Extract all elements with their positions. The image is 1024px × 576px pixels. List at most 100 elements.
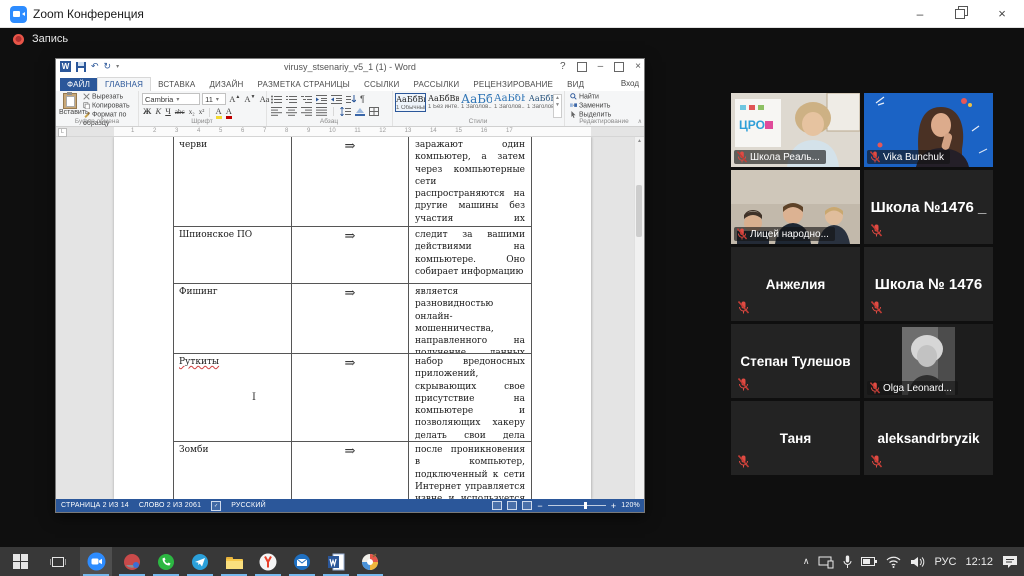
- action-center-icon[interactable]: [1002, 555, 1018, 569]
- word-restore-button[interactable]: [614, 62, 624, 72]
- document-scrollbar[interactable]: ▲: [634, 137, 644, 499]
- web-layout-icon[interactable]: [522, 501, 532, 510]
- taskbar-telegram[interactable]: [184, 547, 216, 576]
- participant-tile[interactable]: Степан Тулешов: [731, 324, 860, 398]
- task-view-button[interactable]: [42, 547, 74, 576]
- term-cell[interactable]: черви: [173, 137, 291, 226]
- style-no-spacing[interactable]: АаБбВвГ1 Без инте...: [428, 93, 459, 112]
- justify-icon[interactable]: [316, 107, 327, 116]
- participant-tile[interactable]: Таня: [731, 401, 860, 475]
- arrow-cell[interactable]: ⇒: [291, 354, 408, 441]
- participant-tile[interactable]: Olga Leonard...: [864, 324, 993, 398]
- participant-tile[interactable]: Анжелия: [731, 247, 860, 321]
- taskbar-word[interactable]: [320, 547, 352, 576]
- grow-font-button[interactable]: А▲: [229, 94, 240, 104]
- language-indicator[interactable]: РУССКИЙ: [231, 502, 266, 509]
- participant-tile[interactable]: Школа № 1476: [864, 247, 993, 321]
- increase-indent-icon[interactable]: [331, 95, 342, 104]
- tab-review[interactable]: РЕЦЕНЗИРОВАНИЕ: [466, 78, 560, 91]
- participant-tile-active-speaker[interactable]: Лицей народно...: [731, 170, 860, 244]
- tab-file[interactable]: ФАЙЛ: [60, 78, 97, 91]
- zoom-in-icon[interactable]: +: [611, 501, 616, 511]
- proofing-icon[interactable]: ✓: [211, 501, 221, 511]
- microphone-icon[interactable]: [843, 555, 852, 569]
- arrow-cell[interactable]: ⇒: [291, 227, 408, 283]
- scroll-up-icon[interactable]: ▲: [635, 138, 644, 144]
- zoom-out-icon[interactable]: −: [537, 501, 542, 511]
- tab-selector[interactable]: L: [58, 128, 67, 137]
- participant-tile[interactable]: Vika Bunchuk: [864, 93, 993, 167]
- strikethrough-button[interactable]: abc: [175, 108, 185, 116]
- restore-button[interactable]: [940, 0, 980, 28]
- taskbar-mail[interactable]: [286, 547, 318, 576]
- wifi-icon[interactable]: [886, 556, 901, 568]
- copy-button[interactable]: Копировать: [83, 102, 138, 111]
- arrow-cell[interactable]: ⇒: [291, 137, 408, 226]
- taskbar-zoom-app[interactable]: [80, 547, 112, 576]
- italic-button[interactable]: К: [156, 106, 162, 116]
- shrink-font-button[interactable]: А▼: [244, 94, 255, 104]
- find-button[interactable]: Найти: [570, 93, 611, 102]
- cut-button[interactable]: Вырезать: [83, 93, 138, 102]
- replace-button[interactable]: Заменить: [570, 102, 611, 111]
- sort-icon[interactable]: [346, 95, 356, 104]
- tab-insert[interactable]: ВСТАВКА: [151, 78, 202, 91]
- signin-link[interactable]: Вход: [621, 79, 639, 88]
- tray-chevron-icon[interactable]: ∧: [803, 556, 810, 567]
- minimize-button[interactable]: –: [900, 0, 940, 28]
- tab-design[interactable]: ДИЗАЙН: [202, 78, 250, 91]
- tab-mailings[interactable]: РАССЫЛКИ: [406, 78, 466, 91]
- desc-cell[interactable]: следит за вашими действиями на компьютер…: [408, 227, 532, 283]
- cast-display-icon[interactable]: [818, 555, 834, 569]
- bold-button[interactable]: Ж: [143, 106, 151, 116]
- superscript-button[interactable]: x²: [199, 108, 205, 116]
- numbering-icon[interactable]: [286, 95, 297, 104]
- tab-page-layout[interactable]: РАЗМЕТКА СТРАНИЦЫ: [251, 78, 357, 91]
- word-close-button[interactable]: ×: [635, 61, 641, 72]
- desc-cell[interactable]: набор вредоносных приложений, скрывающих…: [408, 354, 532, 441]
- arrow-cell[interactable]: ⇒: [291, 442, 408, 499]
- align-center-icon[interactable]: [286, 107, 297, 116]
- print-layout-icon[interactable]: [507, 501, 517, 510]
- font-size-combo[interactable]: 11▾: [202, 93, 226, 105]
- desc-cell[interactable]: после проникновения в компьютер, подключ…: [408, 442, 532, 499]
- word-minimize-button[interactable]: –: [598, 61, 604, 72]
- tab-home[interactable]: ГЛАВНАЯ: [97, 77, 151, 91]
- decrease-indent-icon[interactable]: [316, 95, 327, 104]
- line-spacing-icon[interactable]: [340, 107, 351, 116]
- read-mode-icon[interactable]: [492, 501, 502, 510]
- zoom-slider[interactable]: [548, 502, 606, 509]
- pilcrow-icon[interactable]: ¶: [360, 94, 365, 104]
- start-button[interactable]: [4, 547, 36, 576]
- document-page[interactable]: черви ⇒ заражают один компьютер, а затем…: [114, 137, 591, 499]
- borders-icon[interactable]: [369, 107, 379, 116]
- term-cell[interactable]: Зомби: [173, 442, 291, 499]
- participant-tile[interactable]: ЦРО Школа Реаль...: [731, 93, 860, 167]
- paste-button[interactable]: Вставить: [59, 93, 81, 116]
- taskbar-yandex-browser[interactable]: [252, 547, 284, 576]
- tab-references[interactable]: ССЫЛКИ: [357, 78, 407, 91]
- multilevel-list-icon[interactable]: [301, 95, 312, 104]
- desc-cell[interactable]: является разновидностью онлайн-мошенниче…: [408, 284, 532, 353]
- page-indicator[interactable]: СТРАНИЦА 2 ИЗ 14: [61, 502, 129, 509]
- shading-icon[interactable]: [355, 107, 365, 116]
- volume-icon[interactable]: [910, 556, 925, 568]
- taskbar-file-explorer[interactable]: [218, 547, 250, 576]
- help-icon[interactable]: ?: [560, 61, 566, 72]
- subscript-button[interactable]: x₂: [189, 108, 195, 116]
- language-indicator[interactable]: РУС: [934, 556, 956, 568]
- taskbar-red-app[interactable]: [116, 547, 148, 576]
- align-right-icon[interactable]: [301, 107, 312, 116]
- battery-icon[interactable]: [861, 556, 877, 567]
- arrow-cell[interactable]: ⇒: [291, 284, 408, 353]
- zoom-level[interactable]: 120%: [621, 502, 640, 509]
- styles-gallery-scroll[interactable]: ▲▼: [553, 94, 562, 118]
- style-normal[interactable]: АаБбВвГ1 Обычный: [395, 93, 426, 112]
- taskbar-whatsapp[interactable]: [150, 547, 182, 576]
- ruler[interactable]: L 1 2 3 4 5 6 7 8 9 10 11 12 13 14 15 16…: [56, 127, 644, 137]
- style-heading2[interactable]: АаБбВ1 Заголов...: [494, 93, 525, 112]
- font-name-combo[interactable]: Cambria▾: [142, 93, 200, 105]
- style-heading1[interactable]: АаБб1 Заголов...: [461, 93, 492, 112]
- clock[interactable]: 12:12: [965, 556, 993, 568]
- align-left-icon[interactable]: [271, 107, 282, 116]
